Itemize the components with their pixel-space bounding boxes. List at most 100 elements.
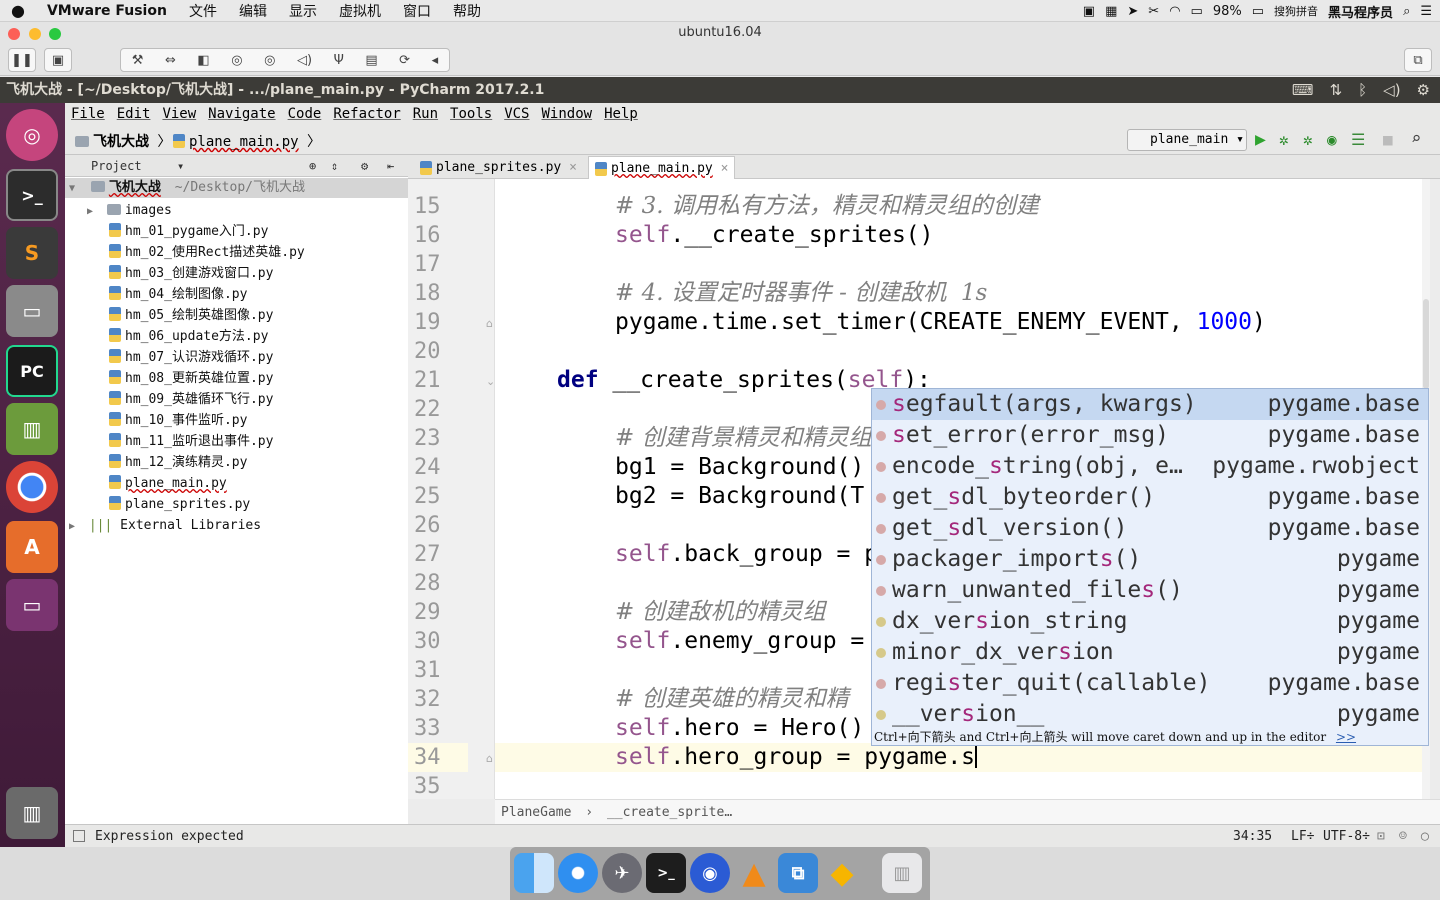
ime-label[interactable]: 搜狗拼音	[1274, 3, 1318, 19]
search-icon[interactable]: ⌕	[1403, 4, 1410, 19]
disk-icon[interactable]: ◧	[197, 53, 209, 68]
menu-item-run[interactable]: Run	[407, 106, 444, 122]
wifi-icon[interactable]: ◠	[1169, 4, 1180, 19]
snapshot-button[interactable]: ▣	[44, 48, 72, 72]
tree-item-file[interactable]: hm_01_pygame入门.py	[109, 222, 268, 242]
launchpad-icon[interactable]: ✈	[602, 853, 642, 893]
network-arrows-icon[interactable]: ⇅	[1330, 77, 1343, 103]
software-center-icon[interactable]: A	[6, 521, 58, 573]
vlc-icon[interactable]: ▲	[734, 853, 774, 893]
network-icon[interactable]: ⇔	[165, 53, 176, 68]
menu-edit[interactable]: 编辑	[228, 1, 278, 21]
search-everywhere-icon[interactable]: ⌕	[1411, 129, 1421, 149]
sync-icon[interactable]: ⟳	[399, 53, 410, 68]
scissors-icon[interactable]: ✂	[1148, 4, 1159, 19]
terminal-icon[interactable]: >_	[6, 169, 58, 221]
pycharm-icon[interactable]: PC	[6, 345, 58, 397]
menu-item-code[interactable]: Code	[282, 106, 328, 122]
caret-position[interactable]: 34:35	[1233, 825, 1272, 848]
vmware-icon[interactable]: ⧉	[778, 853, 818, 893]
menu-view[interactable]: 显示	[278, 1, 328, 21]
menu-help[interactable]: 帮助	[442, 1, 492, 21]
project-panel-title[interactable]: Project	[91, 159, 142, 173]
display-icon[interactable]: ▦	[1105, 4, 1117, 19]
menu-vm[interactable]: 虚拟机	[328, 1, 392, 21]
tree-item-file[interactable]: hm_04_绘制图像.py	[109, 285, 247, 305]
pause-button[interactable]: ❚❚	[8, 48, 36, 72]
battery-icon[interactable]: ▭	[1252, 4, 1264, 19]
tree-item-file[interactable]: plane_main.py	[109, 474, 227, 494]
apple-icon[interactable]: ●	[0, 1, 36, 20]
tree-item-file[interactable]: hm_07_认识游戏循环.py	[109, 348, 273, 368]
run-icon[interactable]: ▶	[1255, 129, 1266, 150]
gear-icon[interactable]: ⚙	[1417, 77, 1430, 103]
camera-icon[interactable]: ◎	[231, 53, 242, 68]
zoom-button[interactable]	[49, 28, 61, 40]
breadcrumb-method[interactable]: __create_sprite…	[607, 805, 732, 820]
menu-item-help[interactable]: Help	[598, 106, 644, 122]
completion-item[interactable]: __version__ pygame	[872, 699, 1428, 728]
tab-plane-main[interactable]: plane_main.py ×	[588, 156, 736, 179]
panel-toggle-icon[interactable]	[73, 830, 85, 842]
tree-item-file[interactable]: hm_05_绘制英雄图像.py	[109, 306, 273, 326]
line-separator[interactable]: LF÷	[1291, 825, 1314, 848]
volume-icon[interactable]: ◁)	[1383, 77, 1400, 103]
bluetooth-icon[interactable]: ᛒ	[1358, 77, 1367, 103]
menu-item-refactor[interactable]: Refactor	[327, 106, 406, 122]
screenflow-icon[interactable]: ◉	[690, 853, 730, 893]
minimize-button[interactable]	[29, 28, 41, 40]
tree-item-file[interactable]: hm_02_使用Rect描述英雄.py	[109, 243, 305, 263]
concurrency-icon[interactable]: ☰	[1351, 130, 1365, 149]
usb-icon[interactable]: Ψ	[334, 53, 344, 68]
arrow-left-icon[interactable]: ◂	[432, 53, 439, 68]
menu-window[interactable]: 窗口	[392, 1, 442, 21]
hide-panel-icon[interactable]: ⇤	[387, 155, 394, 177]
book-icon[interactable]: ▥	[6, 403, 58, 455]
event-log-icon[interactable]: ◯	[1421, 825, 1429, 848]
completion-item[interactable]: get_sdl_version() pygame.base	[872, 513, 1428, 544]
tree-root[interactable]: ▼ 飞机大战 ~/Desktop/飞机大战	[65, 178, 408, 198]
tree-item-file[interactable]: hm_11_监听退出事件.py	[109, 432, 273, 452]
list-icon[interactable]: ☰	[1420, 4, 1432, 19]
menu-item-navigate[interactable]: Navigate	[202, 106, 281, 122]
menu-item-edit[interactable]: Edit	[111, 106, 157, 122]
close-button[interactable]	[8, 28, 20, 40]
tree-item-file[interactable]: hm_12_演练精灵.py	[109, 453, 247, 473]
gear-icon[interactable]: ⚙	[361, 155, 368, 177]
fold-icon[interactable]: ⌄	[486, 375, 495, 388]
safari-icon[interactable]	[558, 853, 598, 893]
wrench-icon[interactable]: ⚒	[132, 53, 144, 68]
finder-icon[interactable]	[514, 853, 554, 893]
completion-item-selected[interactable]: segfault(args, kwargs) pygame.base	[872, 389, 1428, 420]
airplay-icon[interactable]: ▭	[1191, 4, 1203, 19]
coverage-icon[interactable]: ✲	[1303, 130, 1313, 149]
menu-item-tools[interactable]: Tools	[444, 106, 498, 122]
breadcrumb-class[interactable]: PlaneGame	[501, 805, 571, 820]
completion-item[interactable]: minor_dx_version pygame	[872, 637, 1428, 668]
target-icon[interactable]: ⊕	[309, 155, 316, 177]
completion-item[interactable]: encode_string(obj, e… pygame.rwobject	[872, 451, 1428, 482]
completion-item[interactable]: get_sdl_byteorder() pygame.base	[872, 482, 1428, 513]
menu-file[interactable]: 文件	[178, 1, 228, 21]
scrollbar-thumb[interactable]	[1423, 299, 1429, 389]
files-icon[interactable]: ▭	[6, 285, 58, 337]
stop-icon[interactable]: ■	[1383, 130, 1393, 149]
inspector-icon[interactable]: ☺	[1399, 825, 1407, 848]
profile-icon[interactable]: ◉	[1327, 130, 1337, 149]
menu-item-window[interactable]: Window	[536, 106, 599, 122]
nav-file[interactable]: plane_main.py 〉	[173, 131, 321, 151]
tree-item-file[interactable]: hm_06_update方法.py	[109, 327, 268, 347]
tree-item-external-libraries[interactable]: ▶ ||| External Libraries	[69, 516, 261, 536]
fullscreen-button[interactable]: ⧉	[1404, 48, 1432, 72]
screen-icon[interactable]: ▣	[1083, 4, 1095, 19]
close-icon[interactable]: ×	[569, 160, 577, 175]
tab-plane-sprites[interactable]: plane_sprites.py ×	[414, 156, 583, 179]
run-config-select[interactable]: plane_main ▾	[1127, 129, 1247, 151]
sketch-icon[interactable]: ◆	[822, 853, 862, 893]
menu-item-view[interactable]: View	[156, 106, 202, 122]
fold-icon[interactable]: ⌂	[486, 317, 493, 330]
debug-icon[interactable]: ✲	[1279, 130, 1289, 149]
tree-item-file[interactable]: hm_09_英雄循环飞行.py	[109, 390, 273, 410]
fold-icon[interactable]: ⌂	[486, 752, 493, 765]
tree-item-file[interactable]: hm_08_更新英雄位置.py	[109, 369, 273, 389]
